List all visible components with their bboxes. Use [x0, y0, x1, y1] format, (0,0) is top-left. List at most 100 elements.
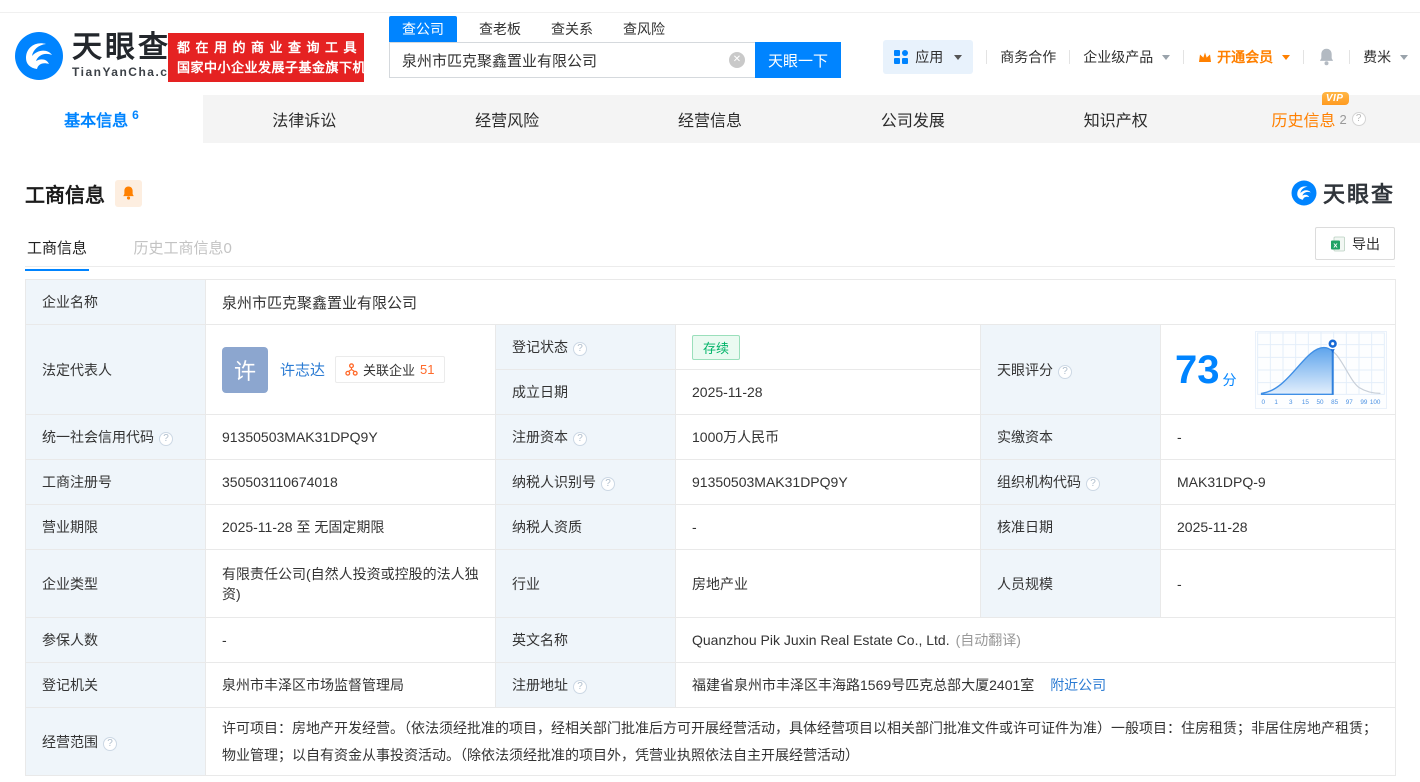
legal-rep-cell: 许 许志达 关联企业 51 — [206, 325, 496, 415]
tab-label: 公司发展 — [881, 107, 945, 131]
industry-value: 房地产业 — [676, 550, 981, 618]
help-icon[interactable]: ? — [1086, 477, 1100, 491]
nav-apps-label: 应用 — [915, 47, 943, 67]
nav-user[interactable]: 费米 — [1363, 47, 1408, 67]
score-axis-label: 85 — [1331, 399, 1339, 406]
search-tab-company[interactable]: 查公司 — [389, 16, 457, 42]
establish-date-value: 2025-11-28 — [676, 370, 981, 415]
status-badge: 存续 — [692, 335, 740, 360]
notification-bell-icon[interactable] — [1317, 47, 1336, 67]
vip-badge: VIP — [1322, 92, 1350, 105]
field-label: 成立日期 — [496, 370, 676, 415]
subtab-history-business-info[interactable]: 历史工商信息0 — [131, 231, 233, 269]
search-tabs: 查公司 查老板 查关系 查风险 — [389, 16, 841, 42]
field-label: 营业期限 — [26, 505, 206, 550]
crown-icon — [1197, 50, 1213, 65]
field-label: 纳税人识别号? — [496, 460, 676, 505]
brand-logo[interactable]: 天眼查 TianYanCha.com — [14, 31, 189, 81]
field-label: 经营范围? — [26, 708, 206, 776]
reg-number-value: 350503110674018 — [206, 460, 496, 505]
insured-count-value: - — [206, 618, 496, 663]
watermark-text: 天眼查 — [1323, 177, 1395, 209]
help-icon[interactable]: ? — [573, 680, 587, 694]
tab-label: 法律诉讼 — [272, 107, 336, 131]
business-term-value: 2025-11-28 至 无固定期限 — [206, 505, 496, 550]
help-icon[interactable]: ? — [601, 477, 615, 491]
chevron-down-icon — [954, 55, 962, 60]
score-axis-label: 50 — [1317, 399, 1325, 406]
tab-operating-info[interactable]: 经营信息 — [609, 95, 812, 143]
tab-legal-litigation[interactable]: 法律诉讼 — [203, 95, 406, 143]
search-tab-boss[interactable]: 查老板 — [477, 16, 523, 42]
table-row: 登记机关 泉州市丰泽区市场监督管理局 注册地址? 福建省泉州市丰泽区丰海路156… — [26, 663, 1396, 708]
tab-history-info[interactable]: VIP 历史信息 2 ? — [1217, 95, 1420, 143]
tianyancha-logo-icon — [1291, 180, 1317, 206]
help-icon[interactable]: ? — [573, 342, 587, 356]
field-label: 英文名称 — [496, 618, 676, 663]
company-type-value: 有限责任公司(自然人投资或控股的法人独资) — [206, 550, 496, 618]
related-label: 关联企业 — [363, 360, 415, 379]
search-tab-relation[interactable]: 查关系 — [549, 16, 595, 42]
taxpayer-quals-value: - — [676, 505, 981, 550]
field-label: 法定代表人 — [26, 325, 206, 415]
clear-icon[interactable]: ✕ — [729, 52, 745, 68]
tab-company-development[interactable]: 公司发展 — [811, 95, 1014, 143]
search-area: 查公司 查老板 查关系 查风险 ✕ 天眼一下 — [389, 16, 841, 78]
avatar[interactable]: 许 — [222, 347, 268, 393]
help-icon[interactable]: ? — [1352, 112, 1366, 126]
table-row: 工商注册号 350503110674018 纳税人识别号? 91350503MA… — [26, 460, 1396, 505]
divider — [1183, 50, 1184, 64]
search-input[interactable] — [389, 42, 755, 78]
nearby-companies-link[interactable]: 附近公司 — [1050, 677, 1106, 693]
field-label: 注册资本? — [496, 415, 676, 460]
legal-rep-link[interactable]: 许志达 — [280, 362, 325, 379]
score-axis-label: 0 — [1262, 399, 1266, 406]
promo-line2: 国家中小企业发展子基金旗下机构 — [177, 58, 356, 78]
sub-tab-bar: 工商信息 历史工商信息0 x 导出 — [25, 231, 1395, 267]
english-name-value: Quanzhou Pik Juxin Real Estate Co., Ltd.… — [676, 618, 1396, 663]
field-label: 纳税人资质 — [496, 505, 676, 550]
nav-vip[interactable]: 开通会员 — [1197, 47, 1290, 67]
field-label: 注册地址? — [496, 663, 676, 708]
score-axis-label: 1 — [1274, 399, 1278, 406]
table-row: 参保人数 - 英文名称 Quanzhou Pik Juxin Real Esta… — [26, 618, 1396, 663]
auto-translate-note: (自动翻译) — [956, 632, 1021, 648]
search-button[interactable]: 天眼一下 — [755, 42, 841, 78]
help-icon[interactable]: ? — [103, 737, 117, 751]
org-chart-icon — [345, 363, 358, 376]
promo-banner: 都在用的商业查询工具 国家中小企业发展子基金旗下机构 — [168, 33, 364, 82]
top-divider — [0, 12, 1420, 13]
section-watermark-logo: 天眼查 — [1291, 177, 1395, 209]
tab-label: 知识产权 — [1084, 107, 1148, 131]
tab-intellectual-property[interactable]: 知识产权 — [1014, 95, 1217, 143]
field-label: 工商注册号 — [26, 460, 206, 505]
table-row: 营业期限 2025-11-28 至 无固定期限 纳税人资质 - 核准日期 202… — [26, 505, 1396, 550]
nav-cooperation[interactable]: 商务合作 — [1000, 47, 1056, 67]
field-label: 登记状态? — [496, 325, 676, 370]
score-distribution-chart: 0 1 3 15 50 85 97 99 100 — [1255, 331, 1387, 409]
tab-count: 2 — [1339, 112, 1346, 127]
field-label: 统一社会信用代码? — [26, 415, 206, 460]
table-row: 企业类型 有限责任公司(自然人投资或控股的法人独资) 行业 房地产业 人员规模 … — [26, 550, 1396, 618]
help-icon[interactable]: ? — [1058, 365, 1072, 379]
nav-apps[interactable]: 应用 — [883, 40, 973, 74]
help-icon[interactable]: ? — [159, 432, 173, 446]
tab-label: 历史信息 — [1271, 113, 1335, 130]
help-icon[interactable]: ? — [573, 432, 587, 446]
nav-enterprise[interactable]: 企业级产品 — [1083, 47, 1170, 67]
search-tab-risk[interactable]: 查风险 — [621, 16, 667, 42]
tab-basic-info[interactable]: 基本信息 6 — [0, 95, 203, 143]
field-label: 参保人数 — [26, 618, 206, 663]
subtab-business-info[interactable]: 工商信息 — [25, 231, 89, 271]
reg-status-value: 存续 — [676, 325, 981, 370]
related-companies-badge[interactable]: 关联企业 51 — [335, 356, 444, 383]
reg-capital-value: 1000万人民币 — [676, 415, 981, 460]
tab-operating-risk[interactable]: 经营风险 — [406, 95, 609, 143]
main-tab-bar: 基本信息 6 法律诉讼 经营风险 经营信息 公司发展 知识产权 VIP 历史信息… — [0, 95, 1420, 143]
tab-count: 6 — [132, 108, 139, 122]
subscribe-bell-icon[interactable] — [115, 180, 142, 207]
score-axis-label: 99 — [1360, 399, 1368, 406]
export-button[interactable]: x 导出 — [1315, 227, 1395, 260]
tab-label: 基本信息 — [64, 107, 128, 131]
divider — [1069, 50, 1070, 64]
